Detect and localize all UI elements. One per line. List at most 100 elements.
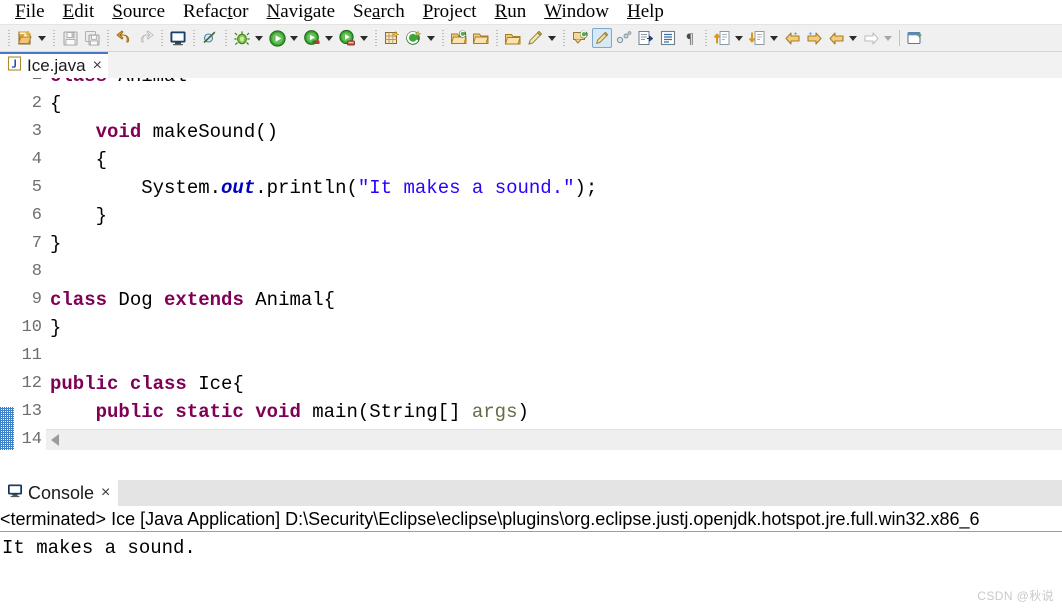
line-number: 13: [21, 402, 42, 421]
debug-icon[interactable]: [232, 28, 252, 48]
menu-item-file[interactable]: File: [6, 1, 54, 23]
line-number: 3: [31, 122, 42, 141]
console-tab-strip: Console ×: [0, 480, 1062, 506]
code-token: class: [50, 289, 108, 311]
code-token: }: [50, 205, 108, 227]
open-resource-icon[interactable]: [471, 28, 491, 48]
code-line[interactable]: public class Ice{: [50, 370, 244, 398]
new-wizard-dropdown-arrow[interactable]: [36, 28, 47, 48]
debug-dropdown-arrow[interactable]: [253, 28, 264, 48]
code-token: out: [221, 177, 256, 199]
close-icon[interactable]: ×: [101, 485, 110, 501]
next-edit-dropdown-arrow[interactable]: [733, 28, 744, 48]
code-token: Animal: [107, 78, 186, 87]
forward-dropdown-arrow[interactable]: [882, 28, 893, 48]
line-number: 4: [31, 150, 42, 169]
forward-history-icon[interactable]: [804, 28, 824, 48]
back-history-icon[interactable]: [782, 28, 802, 48]
next-edit-location-icon[interactable]: [712, 28, 732, 48]
toolbar-separator: [442, 30, 444, 46]
line-number: 6: [31, 206, 42, 225]
code-line[interactable]: }: [50, 202, 107, 230]
back-dropdown-arrow[interactable]: [847, 28, 858, 48]
pilcrow-icon[interactable]: ¶: [680, 28, 700, 48]
main-toolbar: ¶: [0, 24, 1062, 52]
code-token: public class: [50, 373, 187, 395]
run-dropdown-arrow[interactable]: [288, 28, 299, 48]
console-tab[interactable]: Console ×: [0, 480, 119, 506]
toolbar-separator: [53, 30, 55, 46]
code-token: }: [50, 233, 62, 255]
editor-tab-label: Ice.java: [27, 56, 86, 75]
watermark: CSDN @秋说: [977, 589, 1054, 603]
code-line[interactable]: void makeSound(): [50, 118, 278, 146]
new-wizard-icon[interactable]: [15, 28, 35, 48]
editor-horizontal-scrollbar[interactable]: [46, 429, 1062, 450]
code-line[interactable]: class Animal: [50, 78, 187, 90]
save-all-icon[interactable]: [82, 28, 102, 48]
previous-edit-dropdown-arrow[interactable]: [768, 28, 779, 48]
menu-item-navigate[interactable]: Navigate: [257, 1, 344, 23]
editor-code-area[interactable]: class Animal{ void makeSound() { System.…: [46, 78, 1062, 450]
menu-item-window[interactable]: Window: [535, 1, 618, 23]
menu-item-refactor[interactable]: Refactor: [174, 1, 257, 23]
menu-item-project[interactable]: Project: [414, 1, 486, 23]
code-token: {: [50, 149, 108, 171]
run-external-tools-icon[interactable]: [302, 28, 322, 48]
code-line[interactable]: System.out.println("It makes a sound.");: [50, 174, 597, 202]
edit-highlight-icon[interactable]: [525, 28, 545, 48]
toolbar-separator: [161, 30, 163, 46]
code-line[interactable]: {: [50, 146, 107, 174]
menu-item-source[interactable]: Source: [103, 1, 174, 23]
run-coverage-dropdown-arrow[interactable]: [358, 28, 369, 48]
code-token: );: [574, 177, 598, 199]
code-token: public static void: [95, 401, 301, 423]
code-editor[interactable]: 1234567891011121314 ⊖⊖ class Animal{ voi…: [0, 78, 1062, 450]
open-task-icon[interactable]: [503, 28, 523, 48]
code-token: Animal{: [243, 289, 336, 311]
line-number: 7: [31, 234, 42, 253]
code-line[interactable]: class Dog extends Animal{: [50, 286, 335, 314]
code-token: main(String[]: [300, 401, 472, 423]
new-java-project-icon[interactable]: [382, 28, 402, 48]
next-annotation-icon[interactable]: [636, 28, 656, 48]
search-icon[interactable]: [570, 28, 590, 48]
code-line[interactable]: {: [50, 90, 61, 118]
console-view: Console × <terminated> Ice [Java Applica…: [0, 480, 1062, 610]
new-java-class-icon[interactable]: [404, 28, 424, 48]
menu-item-edit[interactable]: Edit: [54, 1, 104, 23]
menu-item-help[interactable]: Help: [618, 1, 673, 23]
new-java-class-dropdown-arrow[interactable]: [425, 28, 436, 48]
line-number: 8: [31, 262, 42, 281]
eclipse-ide-window: File Edit Source Refactor Navigate Searc…: [0, 0, 1062, 610]
scroll-left-arrow-icon[interactable]: [51, 434, 59, 446]
menu-item-run[interactable]: Run: [486, 1, 536, 23]
code-line[interactable]: public static void main(String[] args): [50, 398, 529, 426]
menu-item-search[interactable]: Search: [344, 1, 414, 23]
undo-icon[interactable]: [114, 28, 134, 48]
run-external-dropdown-arrow[interactable]: [323, 28, 334, 48]
code-line[interactable]: }: [50, 230, 61, 258]
new-window-icon[interactable]: [905, 28, 925, 48]
editor-tab-ice-java[interactable]: Ice.java ×: [0, 52, 108, 78]
close-icon[interactable]: ×: [93, 58, 102, 74]
console-output-area[interactable]: It makes a sound.: [0, 532, 1062, 561]
toolbar-separator: [193, 30, 195, 46]
redo-icon[interactable]: [136, 28, 156, 48]
save-icon[interactable]: [60, 28, 80, 48]
toggle-mark-occurrences-icon[interactable]: [592, 28, 612, 48]
code-line[interactable]: }: [50, 314, 61, 342]
console-view-icon[interactable]: [168, 28, 188, 48]
forward-icon[interactable]: [861, 28, 881, 48]
run-coverage-icon[interactable]: [337, 28, 357, 48]
previous-edit-location-icon[interactable]: [747, 28, 767, 48]
skip-breakpoints-icon[interactable]: [200, 28, 220, 48]
pilcrow-list-icon[interactable]: [658, 28, 678, 48]
menu-bar: File Edit Source Refactor Navigate Searc…: [0, 0, 1062, 24]
run-icon[interactable]: [267, 28, 287, 48]
edit-highlight-dropdown-arrow[interactable]: [546, 28, 557, 48]
toggle-breadcrumb-icon[interactable]: [614, 28, 634, 48]
line-number: 1: [12, 78, 42, 90]
back-icon[interactable]: [826, 28, 846, 48]
open-type-icon[interactable]: [449, 28, 469, 48]
